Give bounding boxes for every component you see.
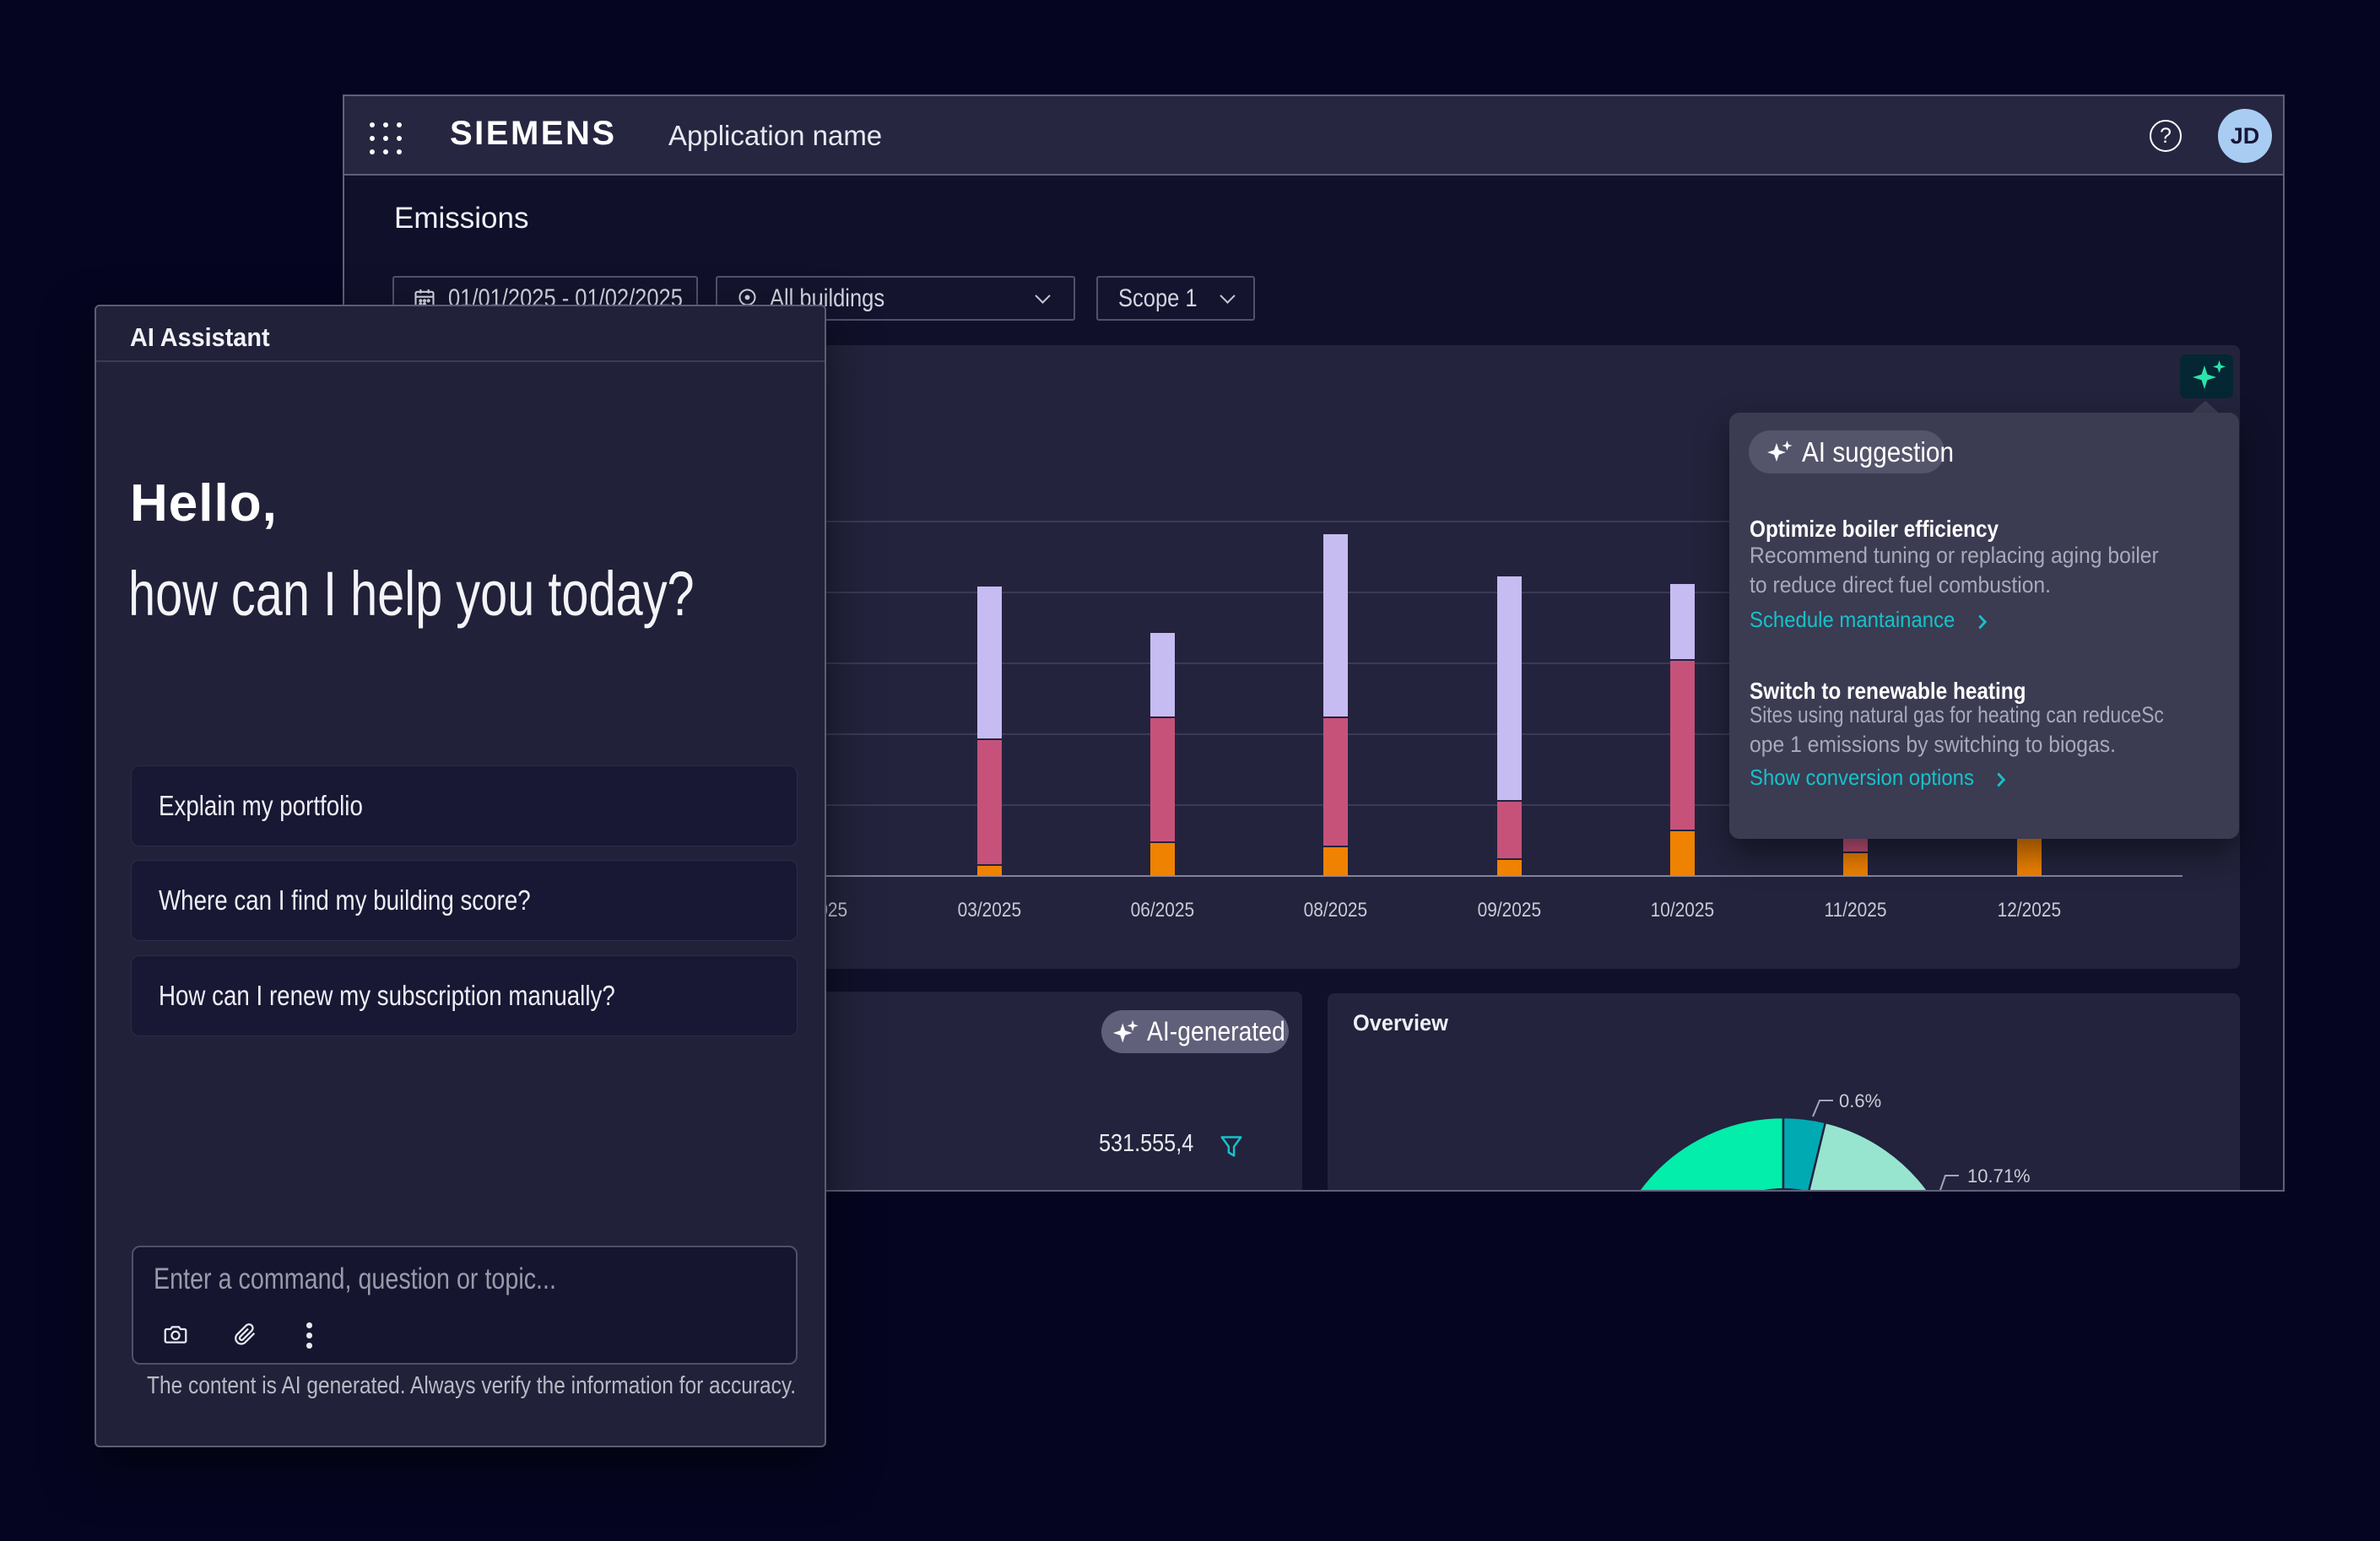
svg-text:10.71%: 10.71% xyxy=(1967,1165,2031,1187)
svg-text:0.6%: 0.6% xyxy=(1839,1090,1881,1111)
